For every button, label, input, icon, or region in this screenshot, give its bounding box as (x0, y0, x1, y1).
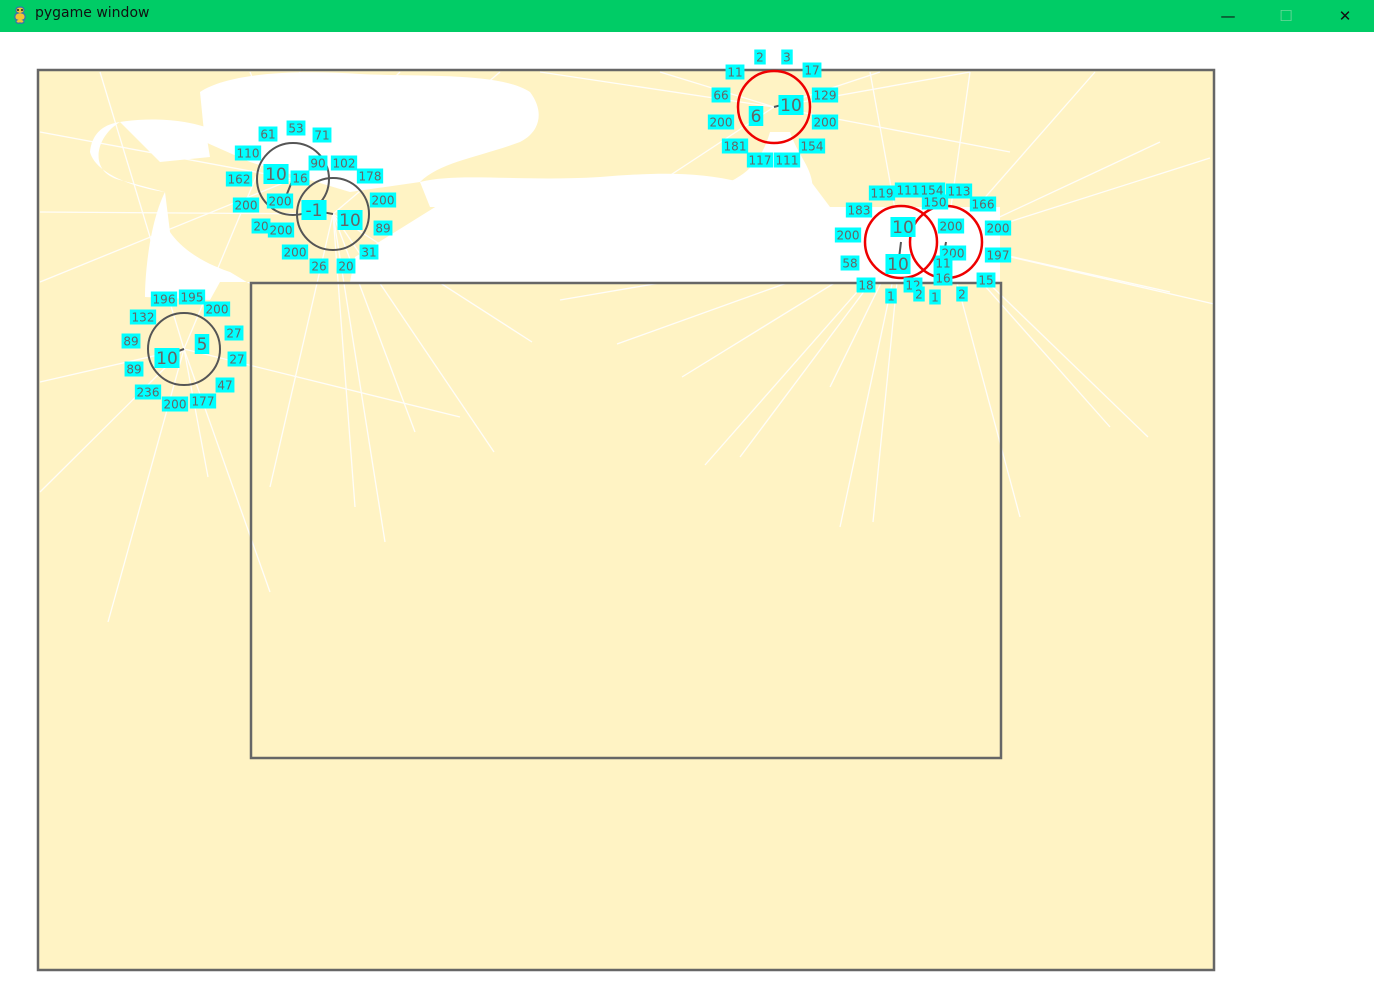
sensor-label: 90 (310, 156, 325, 170)
sensor-label: 113 (948, 184, 971, 198)
sensor-label: 5 (197, 335, 208, 355)
sensor-label: 178 (359, 169, 382, 183)
sensor-label: 58 (842, 256, 857, 270)
sensor-label: 20 (253, 219, 268, 233)
sensor-label: 2 (958, 287, 966, 301)
sensor-label: 183 (848, 203, 871, 217)
title-bar: pygame window — ☐ ✕ (0, 0, 1374, 32)
sensor-label: 119 (871, 186, 894, 200)
sensor-label: 117 (749, 153, 772, 167)
sensor-label: 200 (284, 245, 307, 259)
maximize-icon: ☐ (1279, 7, 1293, 25)
sensor-label: 200 (164, 397, 187, 411)
sensor-label: 89 (123, 334, 138, 348)
sensor-label: 11 (935, 256, 950, 270)
sensor-label: 111 (897, 183, 920, 197)
sensor-label: 16 (292, 171, 307, 185)
sensor-label: 196 (153, 292, 176, 306)
sensor-label: 26 (311, 259, 326, 273)
sensor-label: 10 (156, 349, 178, 369)
sensor-label: 11 (727, 65, 742, 79)
sensor-label: 10 (339, 211, 361, 231)
sensor-label: 71 (314, 128, 329, 142)
sensor-label: 66 (713, 88, 728, 102)
minimize-icon: — (1220, 7, 1236, 25)
sensor-label: 1 (931, 290, 939, 304)
sensor-label: 2 (915, 287, 923, 301)
sensor-label: 47 (217, 378, 232, 392)
window-title: pygame window (35, 5, 150, 21)
sensor-label: 89 (126, 362, 141, 376)
sensor-label: 200 (710, 115, 733, 129)
sensor-label: 31 (361, 245, 376, 259)
sensor-label: 162 (228, 172, 251, 186)
sensor-label: 197 (987, 248, 1010, 262)
sensor-label: 110 (237, 146, 260, 160)
sensor-label: 89 (375, 221, 390, 235)
minimize-button[interactable]: — (1199, 0, 1257, 32)
sensor-label: 10 (265, 165, 287, 185)
pygame-snake-icon (14, 6, 26, 24)
sensor-label: 10 (780, 96, 802, 116)
sensor-label: 200 (269, 194, 292, 208)
sensor-label: 111 (776, 153, 799, 167)
sensor-label: 195 (181, 290, 204, 304)
sensor-label: 200 (837, 228, 860, 242)
sensor-label: 10 (887, 255, 909, 275)
sensor-label: 17 (804, 63, 819, 77)
sensor-label: 200 (206, 302, 229, 316)
sensor-label: -1 (306, 201, 323, 221)
close-icon: ✕ (1338, 7, 1352, 25)
sensor-label: 154 (921, 183, 944, 197)
sensor-label: 15 (978, 273, 993, 287)
sensor-label: 154 (801, 139, 824, 153)
sensor-label: 20 (338, 259, 353, 273)
maximize-button[interactable]: ☐ (1257, 0, 1315, 32)
sensor-label: 177 (192, 394, 215, 408)
sensor-label: 27 (229, 352, 244, 366)
game-canvas: 10 1661 53 7111016220020 200200 -1 1090 1021782… (36, 49, 1216, 972)
sensor-label: 166 (972, 197, 995, 211)
sensor-label: 200 (372, 193, 395, 207)
sensor-label: 200 (987, 221, 1010, 235)
sensor-label: 61 (260, 127, 275, 141)
sensor-label: 1 (887, 289, 895, 303)
sensor-label: 102 (333, 156, 356, 170)
sensor-label: 18 (858, 278, 873, 292)
sensor-label: 200 (270, 223, 293, 237)
sensor-label: 3 (783, 50, 791, 64)
sensor-label: 200 (940, 219, 963, 233)
sensor-label: 10 (892, 218, 914, 238)
sensor-label: 16 (935, 271, 950, 285)
sensor-label: 2 (756, 50, 764, 64)
sensor-label: 236 (137, 385, 160, 399)
sensor-label: 200 (235, 198, 258, 212)
sensor-label: 27 (226, 326, 241, 340)
sensor-label: 200 (814, 115, 837, 129)
sensor-label: 132 (132, 310, 155, 324)
sensor-label: 6 (751, 107, 762, 127)
close-button[interactable]: ✕ (1316, 0, 1374, 32)
sensor-label: 181 (724, 139, 747, 153)
sensor-label: 53 (288, 121, 303, 135)
sensor-label: 129 (814, 88, 837, 102)
